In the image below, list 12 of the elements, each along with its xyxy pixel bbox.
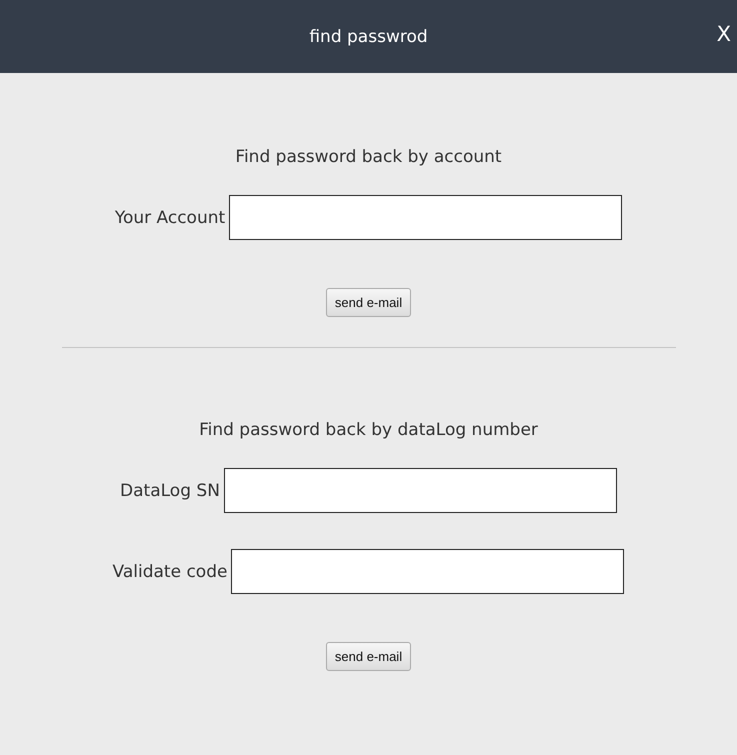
field-label: DataLog SN <box>120 480 220 500</box>
input-field[interactable] <box>229 195 622 240</box>
section-heading: Find password back by account <box>235 147 502 167</box>
input-field[interactable] <box>224 468 617 513</box>
input-field[interactable] <box>231 549 624 594</box>
close-button[interactable]: X <box>712 22 735 46</box>
field-label: Validate code <box>112 562 228 582</box>
window-title: find passwrod <box>309 26 428 46</box>
field-label: Your Account <box>114 208 226 228</box>
send-email-button[interactable]: send e-mail <box>326 642 412 671</box>
section-heading: Find password back by dataLog number <box>199 420 538 440</box>
send-email-button[interactable]: send e-mail <box>326 288 412 317</box>
